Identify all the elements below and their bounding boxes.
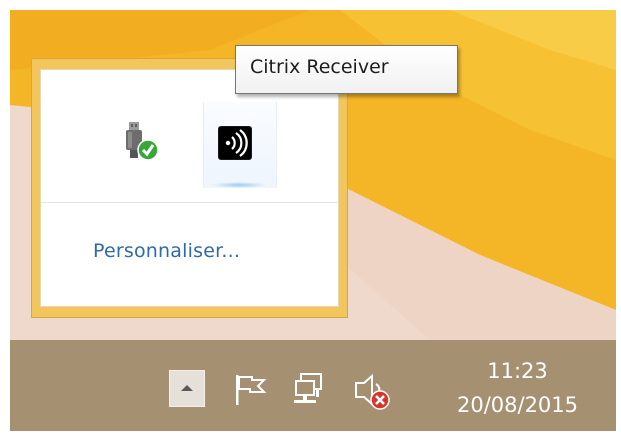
customize-link[interactable]: Personnaliser... — [93, 240, 313, 262]
citrix-receiver-icon[interactable] — [204, 112, 266, 174]
taskbar: 11:23 20/08/2015 — [10, 340, 616, 431]
volume-muted-icon[interactable] — [352, 373, 392, 411]
action-center-flag-icon[interactable] — [232, 373, 268, 407]
tooltip: Citrix Receiver — [235, 45, 458, 94]
screenshot-frame: Personnaliser... Citrix Receiver 11:23 2… — [10, 10, 616, 431]
hover-glow — [211, 182, 267, 188]
tooltip-text: Citrix Receiver — [250, 56, 389, 78]
notification-overflow-flyout: Personnaliser... — [31, 58, 348, 318]
show-hidden-icons-button[interactable] — [169, 370, 205, 407]
clock-date: 20/08/2015 — [456, 393, 579, 417]
desktop: Personnaliser... Citrix Receiver — [10, 10, 616, 340]
flyout-panel: Personnaliser... — [40, 69, 339, 307]
usb-safely-remove-icon[interactable] — [120, 122, 160, 162]
network-icon[interactable] — [292, 372, 328, 408]
clock-time: 11:23 — [487, 359, 548, 383]
clock[interactable]: 11:23 20/08/2015 — [430, 354, 605, 422]
chevron-up-icon — [181, 385, 193, 391]
